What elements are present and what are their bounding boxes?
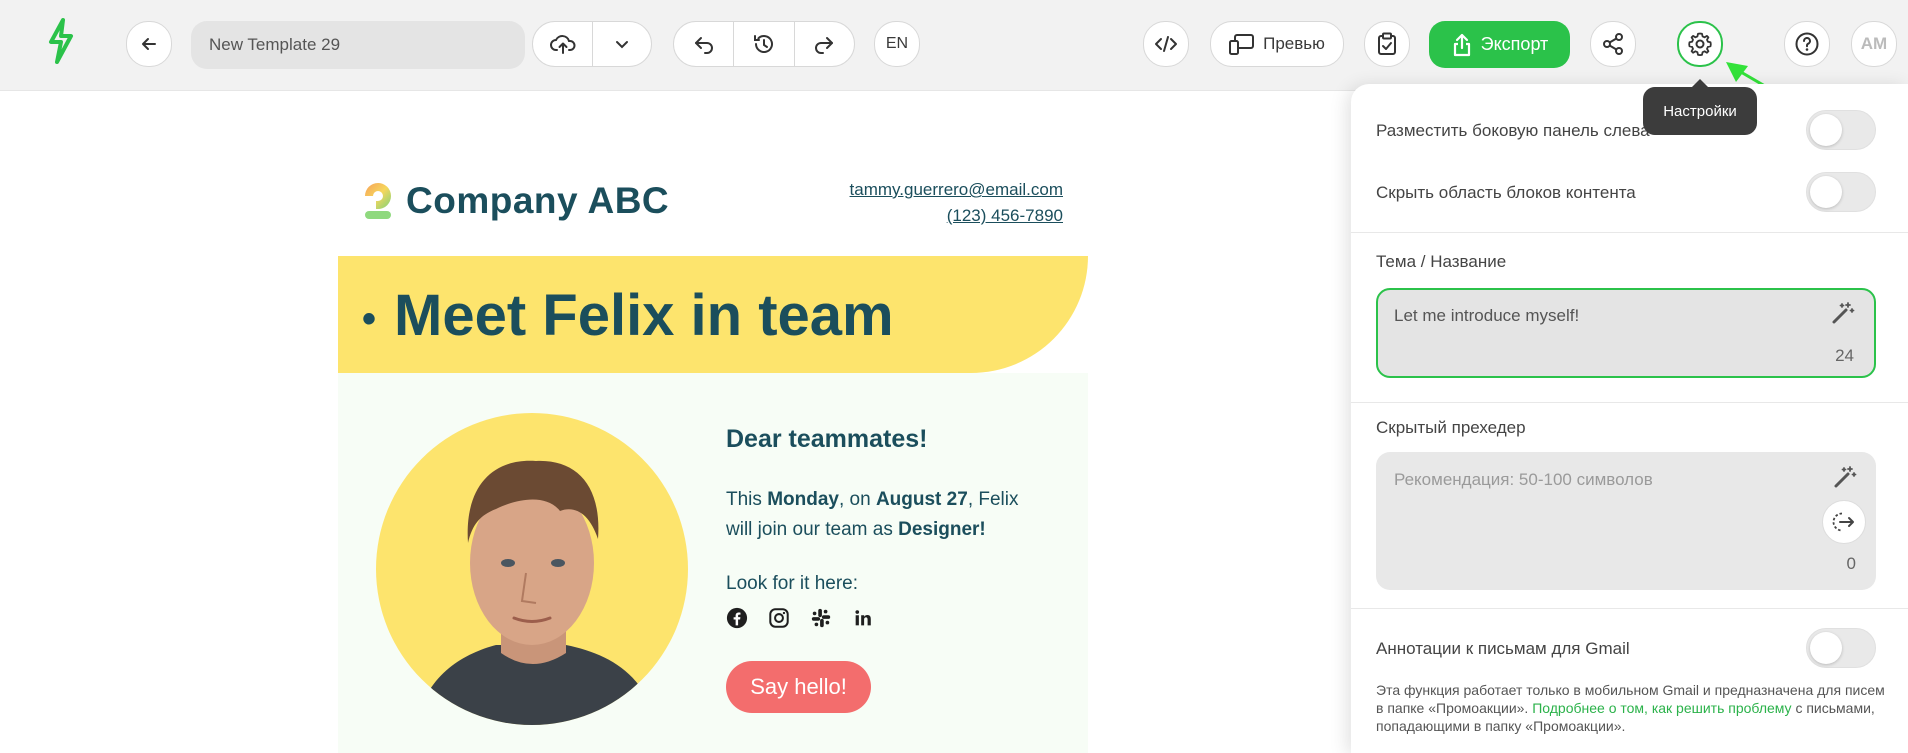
language-button[interactable]: EN (874, 21, 920, 67)
share-upload-icon (1453, 33, 1470, 56)
subject-value: Let me introduce myself! (1394, 306, 1580, 325)
gear-icon (1688, 32, 1712, 56)
divider (1351, 232, 1908, 233)
arrow-left-icon (142, 38, 156, 50)
toolbar: New Template 29 EN Превью Экспорт AM (0, 0, 1908, 91)
hero-title: • Meet Felix in team (362, 282, 894, 349)
gmail-annotations-label: Аннотации к письмам для Gmail (1376, 639, 1630, 658)
gmail-annotations-toggle[interactable] (1806, 628, 1876, 668)
help-icon (1795, 32, 1819, 56)
sidebar-left-toggle[interactable] (1806, 110, 1876, 150)
undo-button[interactable] (674, 22, 733, 66)
clipboard-check-icon (1378, 32, 1396, 55)
look-for-text: Look for it here: (726, 573, 859, 594)
para-text-2: , on (838, 489, 876, 510)
facebook-icon[interactable] (726, 607, 748, 629)
settings-panel: Разместить боковую панель слева Скрыть о… (1351, 84, 1908, 753)
save-cloud-button[interactable] (533, 22, 592, 66)
greeting-heading: Dear teammates! (726, 425, 928, 453)
history-button[interactable] (733, 22, 793, 66)
linkedin-icon[interactable] (852, 607, 874, 629)
subject-char-count: 24 (1835, 346, 1854, 365)
divider (1351, 402, 1908, 403)
note-help-link[interactable]: Подробнее о том, как решить проблему (1532, 700, 1791, 716)
history-group (673, 21, 855, 67)
preheader-label: Скрытый прехедер (1376, 418, 1526, 437)
save-dropdown-button[interactable] (592, 22, 651, 66)
redo-icon (815, 37, 834, 54)
share-button[interactable] (1590, 21, 1636, 67)
company-logo-icon (365, 183, 391, 219)
intro-paragraph: This Monday, on August 27, Felix will jo… (726, 485, 1046, 545)
para-text-1: This (726, 489, 768, 510)
share-icon (1603, 33, 1623, 55)
settings-tooltip: Настройки (1643, 79, 1757, 135)
redo-button[interactable] (793, 22, 854, 66)
insert-variable-button[interactable] (1822, 500, 1866, 544)
cloud-upload-icon (549, 35, 576, 54)
save-group (532, 21, 652, 67)
chevron-down-icon (616, 41, 629, 49)
gmail-note: Эта функция работает только в мобильном … (1376, 681, 1886, 735)
contact-info: tammy.guerrero@email.com (123) 456-7890 (850, 177, 1063, 229)
intro-section[interactable]: Dear teammates! This Monday, on August 2… (338, 373, 1088, 753)
bullet-dot: • (362, 297, 377, 342)
para-date: August 27 (875, 489, 968, 510)
company-name: Company ABC (406, 180, 670, 221)
preview-label: Превью (1263, 34, 1325, 53)
say-hello-button[interactable]: Say hello! (726, 661, 871, 713)
person-photo-icon (416, 460, 656, 725)
hero-title-text: Meet Felix in team (394, 283, 894, 348)
export-label: Экспорт (1480, 34, 1549, 54)
devices-icon (1229, 34, 1255, 55)
app-logo-icon[interactable] (47, 18, 75, 69)
template-name-input[interactable]: New Template 29 (191, 21, 525, 69)
preheader-char-count: 0 (1846, 554, 1856, 573)
code-icon (1155, 36, 1177, 52)
insert-arrow-icon (1832, 512, 1854, 532)
magic-wand-icon[interactable] (1830, 300, 1856, 326)
history-icon (753, 35, 773, 53)
settings-button[interactable] (1677, 21, 1723, 67)
hero-banner[interactable]: • Meet Felix in team (338, 256, 1088, 373)
social-links (726, 607, 874, 629)
brand-header: Company ABC (362, 180, 669, 222)
preheader-placeholder: Рекомендация: 50-100 символов (1394, 470, 1653, 489)
hide-blocks-toggle[interactable] (1806, 172, 1876, 212)
export-button[interactable]: Экспорт (1429, 21, 1570, 68)
back-button[interactable] (126, 21, 172, 67)
test-button[interactable] (1364, 21, 1410, 67)
para-day: Monday (767, 489, 839, 510)
subject-label: Тема / Название (1376, 252, 1507, 271)
profile-photo[interactable] (376, 413, 688, 725)
instagram-icon[interactable] (768, 607, 790, 629)
subject-input[interactable]: Let me introduce myself! 24 (1376, 288, 1876, 378)
sidebar-left-label: Разместить боковую панель слева (1376, 121, 1650, 140)
contact-email-link[interactable]: tammy.guerrero@email.com (850, 177, 1063, 203)
contact-phone-link[interactable]: (123) 456-7890 (850, 203, 1063, 229)
undo-icon (694, 37, 713, 54)
preview-button[interactable]: Превью (1210, 21, 1344, 67)
slack-icon[interactable] (810, 607, 832, 629)
divider (1351, 608, 1908, 609)
magic-wand-icon[interactable] (1832, 464, 1858, 490)
para-role: Designer! (898, 519, 986, 540)
hide-blocks-label: Скрыть область блоков контента (1376, 183, 1636, 202)
preheader-input[interactable]: Рекомендация: 50-100 символов 0 (1376, 452, 1876, 590)
code-button[interactable] (1143, 21, 1189, 67)
